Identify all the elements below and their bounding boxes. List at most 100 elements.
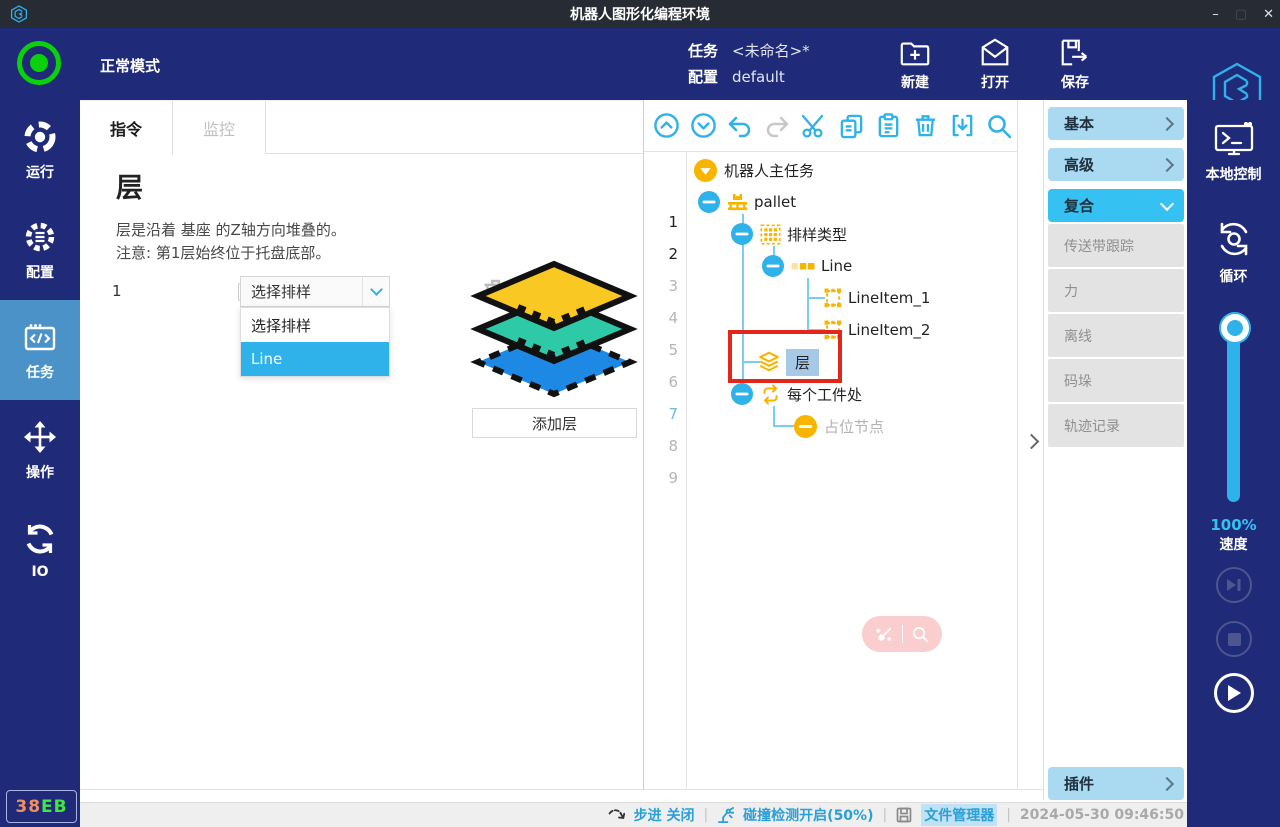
node-item-force[interactable]: 力 bbox=[1048, 269, 1184, 312]
node-item-trajectory-record[interactable]: 轨迹记录 bbox=[1048, 404, 1184, 447]
paste-button[interactable] bbox=[874, 112, 902, 140]
move-down-button[interactable] bbox=[689, 112, 717, 140]
search-icon bbox=[911, 625, 930, 644]
chevron-right-icon bbox=[1160, 776, 1174, 790]
task-tree-panel: 1 2 3 4 5 6 7 8 9 机器人主任务 pallet bbox=[643, 100, 1017, 790]
play-button[interactable] bbox=[1214, 673, 1254, 713]
add-layer-button[interactable]: 添加层 bbox=[472, 408, 637, 438]
gear-icon bbox=[22, 219, 58, 255]
save-button[interactable]: 保存 bbox=[1033, 36, 1117, 92]
sidebar-item-task[interactable]: 任务 bbox=[0, 300, 80, 400]
close-button[interactable]: ✕ bbox=[1263, 7, 1274, 22]
separator: | bbox=[882, 807, 887, 823]
circle-down-icon bbox=[690, 112, 717, 139]
category-basic[interactable]: 基本 bbox=[1048, 107, 1184, 140]
terminal-icon bbox=[1213, 122, 1255, 158]
sidebar-item-run[interactable]: 运行 bbox=[0, 100, 80, 200]
cut-button[interactable] bbox=[800, 112, 828, 140]
line-number: 8 bbox=[648, 430, 678, 462]
insert-brackets-icon bbox=[949, 112, 976, 139]
node-item-offline[interactable]: 离线 bbox=[1048, 314, 1184, 357]
tab-instruction[interactable]: 指令 bbox=[80, 101, 173, 155]
line-number: 1 bbox=[648, 206, 678, 238]
delete-button[interactable] bbox=[911, 112, 939, 140]
tree-toolbar bbox=[644, 100, 1017, 152]
sidebar-item-config[interactable]: 配置 bbox=[0, 200, 80, 300]
tree-node-main-task[interactable]: 机器人主任务 bbox=[693, 154, 814, 186]
sidebar-item-label: 运行 bbox=[26, 162, 54, 182]
dropdown-option-select-pattern[interactable]: 选择排样 bbox=[241, 308, 389, 342]
tree-node-pattern-type[interactable]: 排样类型 bbox=[730, 218, 847, 250]
new-button[interactable]: 新建 bbox=[873, 36, 957, 92]
local-control-label: 本地控制 bbox=[1206, 164, 1262, 184]
panel-collapse-handle[interactable] bbox=[1017, 100, 1043, 790]
tree-node-layer[interactable]: 层 bbox=[758, 346, 819, 378]
instruction-panel: 指令 监控 层 层是沿着 基座 的Z轴方向堆叠的。 注意: 第1层始终位于托盘底… bbox=[80, 100, 643, 790]
node-item-conveyor-tracking[interactable]: 传送带跟踪 bbox=[1048, 224, 1184, 267]
insert-button[interactable] bbox=[948, 112, 976, 140]
search-button[interactable] bbox=[985, 112, 1013, 140]
line-number: 5 bbox=[648, 334, 678, 366]
node-category-panel: 基本 高级 复合 传送带跟踪 力 离线 码垛 轨迹记录 插件 bbox=[1043, 100, 1187, 800]
window-title: 机器人图形化编程环境 bbox=[0, 4, 1280, 24]
tree-connector bbox=[773, 425, 795, 427]
category-plugins[interactable]: 插件 bbox=[1048, 767, 1184, 800]
tree-node-line[interactable]: Line bbox=[761, 250, 852, 282]
redo-button[interactable] bbox=[763, 112, 791, 140]
speed-slider-handle[interactable] bbox=[1221, 314, 1249, 342]
pattern-grid-icon bbox=[760, 224, 781, 245]
sidebar-item-operate[interactable]: 操作 bbox=[0, 400, 80, 500]
new-folder-icon bbox=[898, 36, 932, 70]
step-forward-button[interactable] bbox=[1216, 567, 1252, 603]
status-code-suffix: EB bbox=[41, 797, 68, 817]
new-button-label: 新建 bbox=[901, 72, 929, 92]
trash-icon bbox=[912, 112, 939, 139]
copy-button[interactable] bbox=[837, 112, 865, 140]
chevron-down-icon bbox=[1160, 196, 1174, 210]
file-manager-link[interactable]: 文件管理器 bbox=[921, 804, 997, 826]
pattern-select[interactable]: 选择排样 bbox=[240, 276, 390, 307]
run-icon bbox=[22, 119, 58, 155]
separator: | bbox=[703, 807, 708, 823]
stop-button[interactable] bbox=[1216, 621, 1252, 657]
undo-button[interactable] bbox=[726, 112, 754, 140]
task-code-icon bbox=[22, 319, 58, 355]
expand-triangle-icon bbox=[693, 158, 718, 183]
search-icon bbox=[985, 112, 1013, 140]
pattern-dropdown-list: 选择排样 Line bbox=[240, 307, 390, 377]
line-number: 6 bbox=[648, 366, 678, 398]
config-label: 配置 bbox=[688, 68, 718, 86]
local-control-button[interactable]: 本地控制 bbox=[1187, 122, 1280, 184]
tree-node-label: LineItem_1 bbox=[848, 289, 930, 307]
layer-note: 注意: 第1层始终位于托盘底部。 bbox=[116, 242, 330, 263]
tree-node-pallet[interactable]: pallet bbox=[697, 186, 796, 218]
collision-detect-status[interactable]: 碰撞检测开启(50%) bbox=[743, 805, 873, 825]
tree-node-lineitem-1[interactable]: LineItem_1 bbox=[824, 282, 930, 314]
divider bbox=[902, 625, 903, 643]
step-mode-status[interactable]: 步进 关闭 bbox=[634, 805, 695, 825]
tree-connector bbox=[807, 278, 809, 330]
tree-node-label: Line bbox=[821, 257, 852, 275]
layer-row-index: 1 bbox=[112, 282, 122, 300]
category-advanced[interactable]: 高级 bbox=[1048, 148, 1184, 181]
floating-tools[interactable] bbox=[862, 616, 942, 652]
open-button[interactable]: 打开 bbox=[953, 36, 1037, 92]
chevron-down-icon bbox=[362, 277, 389, 306]
page-title: 层 bbox=[116, 166, 143, 205]
header: 正常模式 任务<未命名>* 配置default 新建 打开 保存 bbox=[0, 28, 1280, 100]
item-dashed-box-icon bbox=[824, 288, 842, 308]
node-item-palletizing[interactable]: 码垛 bbox=[1048, 359, 1184, 402]
category-composite[interactable]: 复合 bbox=[1048, 189, 1184, 222]
tab-monitor[interactable]: 监控 bbox=[173, 101, 266, 154]
maximize-button[interactable]: ▢ bbox=[1235, 7, 1247, 22]
copy-icon bbox=[838, 112, 865, 139]
collapse-minus-icon bbox=[697, 190, 721, 214]
dropdown-option-line[interactable]: Line bbox=[241, 342, 389, 376]
loop-button[interactable]: 循环 bbox=[1187, 218, 1280, 286]
move-up-button[interactable] bbox=[652, 112, 680, 140]
loop-label: 循环 bbox=[1220, 266, 1248, 286]
minimize-button[interactable]: – bbox=[1212, 7, 1219, 22]
tree-line-numbers: 1 2 3 4 5 6 7 8 9 bbox=[644, 152, 687, 789]
tree-node-placeholder[interactable]: 占位节点 bbox=[793, 410, 884, 442]
sidebar-item-io[interactable]: IO bbox=[0, 500, 80, 600]
